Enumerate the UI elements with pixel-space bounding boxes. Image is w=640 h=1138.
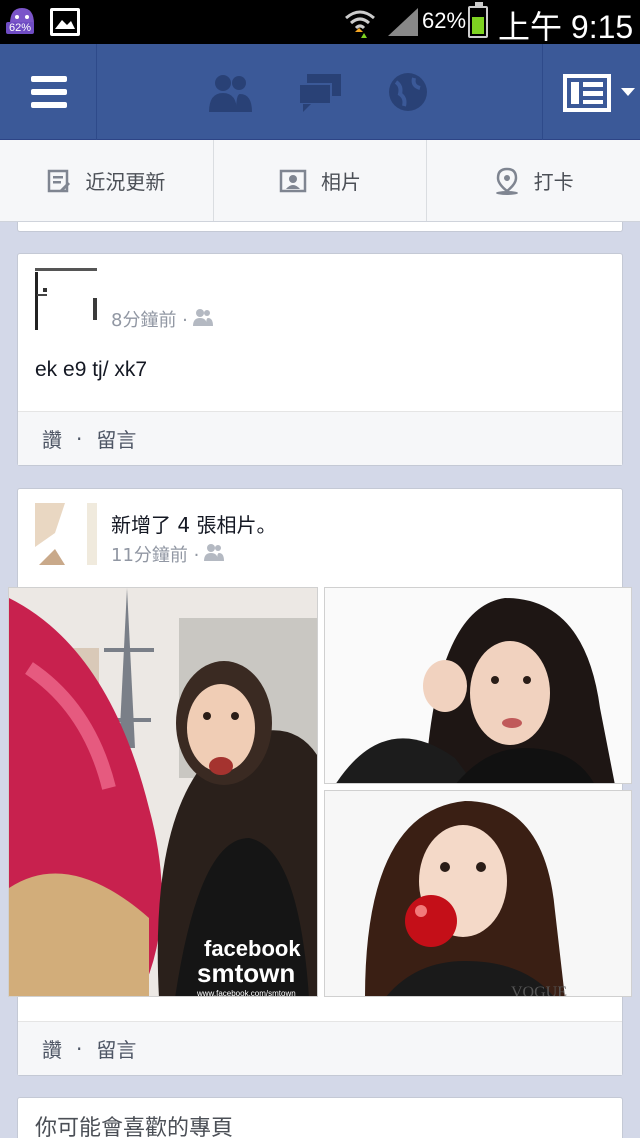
post-photo-top-right[interactable] [324,587,632,784]
suggested-pages-card: 你可能會喜歡的專頁 [17,1097,623,1138]
friend-requests-icon[interactable] [206,72,254,112]
like-link[interactable]: 讚 [42,1034,62,1063]
friends-audience-icon [192,308,214,331]
like-link[interactable]: 讚 [42,424,62,453]
tab-photo-label: 相片 [321,170,361,194]
photo-caption-smtown: smtown [197,958,295,988]
story-actions: 讚 · 留言 [18,1021,622,1075]
photo-caption-url: www.facebook.com/smtown [196,989,296,997]
suggested-pages-title: 你可能會喜歡的專頁 [35,1116,234,1138]
photo-icon [279,169,307,193]
post-photo-bottom-right[interactable]: VOGUE [324,790,632,997]
magazine-label: VOGUE [511,984,567,997]
comment-link[interactable]: 留言 [96,1034,136,1063]
clock: 上午 9:15 [498,9,634,45]
battery-percent: 62% [422,8,467,33]
comment-link[interactable]: 留言 [96,424,136,453]
status-bar: 62% 62% 上午 9:15 [0,0,640,45]
tab-status-update[interactable]: 近況更新 [0,140,214,221]
feed-story: 8分鐘前 · ek e9 tj/ xk7 讚 · 留言 [17,253,623,466]
friends-audience-icon [203,543,225,566]
location-pin-icon [494,167,520,195]
composer-tabs: 近況更新 相片 打卡 [0,140,640,222]
tab-photo[interactable]: 相片 [214,140,428,221]
notifications-globe-icon[interactable] [386,72,434,112]
status-edit-icon [47,169,71,193]
facebook-header [0,44,640,140]
menu-icon[interactable] [0,44,97,140]
news-feed-menu-icon[interactable] [542,44,640,140]
tab-status-update-label: 近況更新 [85,170,166,194]
signal-icon [386,6,420,42]
post-photo-large[interactable]: facebook smtown www.facebook.com/smtown [8,587,318,997]
post-time-text: 8分鐘前 · [111,310,188,331]
gallery-notification-icon [50,8,80,36]
story-actions: 讚 · 留言 [18,411,622,465]
post-timestamp[interactable]: 8分鐘前 · [111,306,214,332]
avatar[interactable] [35,503,97,565]
wifi-icon [343,6,377,44]
separator: · [76,1036,83,1061]
tab-check-in-label: 打卡 [533,170,574,194]
post-message: ek e9 tj/ xk7 [35,358,148,381]
app-badge: 62% [6,22,35,34]
post-time-text: 11分鐘前 · [111,545,200,566]
separator: · [76,426,83,451]
messages-icon[interactable] [297,72,345,112]
post-headline: 新增了 4 張相片。 [111,513,277,537]
avatar[interactable] [35,268,97,330]
previous-card-bottom [17,222,623,232]
post-timestamp[interactable]: 11分鐘前 · [111,541,225,567]
tab-check-in[interactable]: 打卡 [427,140,640,221]
battery-icon [468,2,488,38]
